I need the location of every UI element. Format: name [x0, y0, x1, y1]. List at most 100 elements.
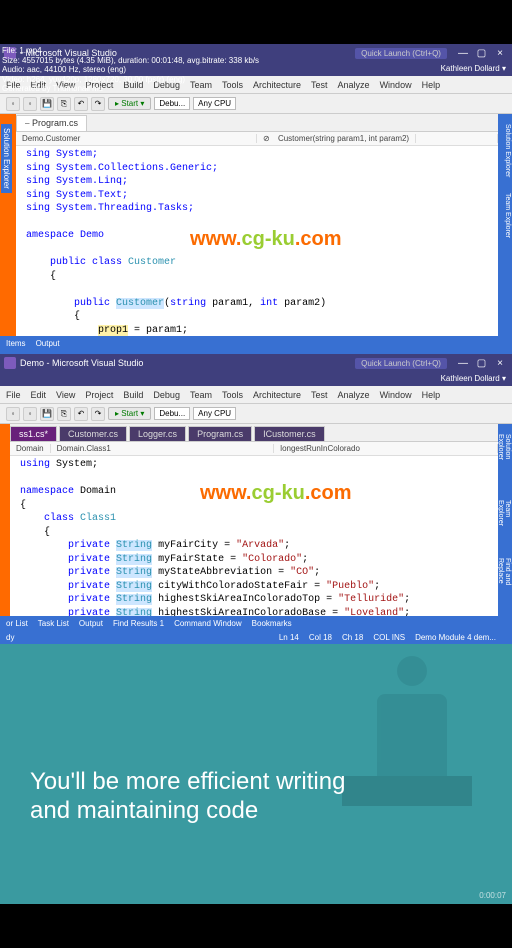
breadcrumb-project[interactable]: Domain: [10, 444, 51, 453]
minimize-button[interactable]: —: [455, 48, 471, 59]
minimize-button[interactable]: —: [455, 358, 471, 369]
breadcrumb-class[interactable]: Domain.Class1: [51, 444, 275, 453]
breadcrumb-class[interactable]: Demo.Customer: [16, 134, 257, 143]
user-name[interactable]: Kathleen Dollard: [441, 64, 500, 73]
start-debug-button[interactable]: ▸ Start ▾: [108, 407, 151, 420]
nav-breadcrumb: Domain Domain.Class1 longestRunInColorad…: [10, 442, 498, 456]
menu-analyze[interactable]: Analyze: [338, 80, 370, 90]
tab-program-cs[interactable]: ⎯ Program.cs: [16, 115, 87, 131]
menu-project[interactable]: Project: [85, 390, 113, 400]
solution-explorer-tab[interactable]: Solution Explorer: [1, 124, 12, 193]
menu-view[interactable]: View: [56, 390, 75, 400]
tab-logger[interactable]: Logger.cs: [129, 426, 186, 441]
editor-area: ss1.cs* Customer.cs Logger.cs Program.cs…: [10, 424, 498, 616]
menu-tools[interactable]: Tools: [222, 390, 243, 400]
menu-build[interactable]: Build: [123, 390, 143, 400]
platform-select[interactable]: Any CPU: [193, 97, 236, 110]
nav-back-icon[interactable]: ◦: [6, 97, 20, 111]
promo-headline: You'll be more efficient writing and mai…: [30, 768, 345, 826]
undo-icon[interactable]: ↶: [74, 407, 88, 421]
solution-explorer-right-tab[interactable]: Solution Explorer: [498, 118, 512, 183]
tab-output[interactable]: Output: [79, 619, 103, 628]
menu-window[interactable]: Window: [380, 80, 412, 90]
menu-help[interactable]: Help: [422, 80, 441, 90]
right-sidebar: Solution Explorer Team Explorer Find and…: [498, 424, 512, 616]
menu-architecture[interactable]: Architecture: [253, 390, 301, 400]
nav-fwd-icon[interactable]: ◦: [23, 97, 37, 111]
quick-launch-box[interactable]: Quick Launch (Ctrl+Q): [355, 48, 447, 59]
saveall-icon[interactable]: ⎘: [57, 407, 71, 421]
tab-error-list[interactable]: or List: [6, 619, 28, 628]
titlebar: Demo - Microsoft Visual Studio Quick Lau…: [0, 354, 512, 372]
code-editor[interactable]: sing System; sing System.Collections.Gen…: [16, 146, 498, 336]
save-icon[interactable]: 💾: [40, 407, 54, 421]
meta-video: Video: h264, yuv420p, 1280x720, 30.00 fp…: [2, 75, 259, 85]
maximize-button[interactable]: ▢: [473, 48, 489, 59]
vs-logo-icon: [4, 357, 16, 369]
breadcrumb-member[interactable]: longestRunInColorado: [274, 444, 498, 453]
promo-illustration: [342, 656, 482, 856]
close-button[interactable]: ×: [492, 48, 508, 59]
menu-team[interactable]: Team: [190, 390, 212, 400]
menu-help[interactable]: Help: [422, 390, 441, 400]
right-sidebar: Solution Explorer Team Explorer: [498, 114, 512, 336]
menu-analyze[interactable]: Analyze: [338, 390, 370, 400]
redo-icon[interactable]: ↷: [91, 97, 105, 111]
solution-explorer-right-tab[interactable]: Solution Explorer: [498, 428, 512, 490]
timestamp: 0:00:07: [479, 891, 506, 900]
code-editor[interactable]: using System; namespace Domain { class C…: [10, 456, 498, 616]
start-debug-button[interactable]: ▸ Start ▾: [108, 97, 151, 110]
meta-size: Size: 4557015 bytes (4.35 MiB), duration…: [2, 56, 259, 66]
quick-launch-box[interactable]: Quick Launch (Ctrl+Q): [355, 358, 447, 369]
config-select[interactable]: Debu...: [154, 97, 190, 110]
vs-window-bottom: Demo - Microsoft Visual Studio Quick Lau…: [0, 354, 512, 644]
team-explorer-tab[interactable]: Team Explorer: [498, 187, 512, 244]
file-tabs: ss1.cs* Customer.cs Logger.cs Program.cs…: [10, 424, 498, 442]
redo-icon[interactable]: ↷: [91, 407, 105, 421]
nav-back-icon[interactable]: ◦: [6, 407, 20, 421]
save-icon[interactable]: 💾: [40, 97, 54, 111]
menu-edit[interactable]: Edit: [31, 390, 47, 400]
tab-task-list[interactable]: Task List: [38, 619, 69, 628]
status-right: Demo Module 4 dem...: [415, 633, 496, 642]
nav-fwd-icon[interactable]: ◦: [23, 407, 37, 421]
menu-debug[interactable]: Debug: [153, 390, 180, 400]
status-ins: COL INS: [373, 633, 405, 642]
window-controls: — ▢ ×: [455, 358, 508, 369]
menu-test[interactable]: Test: [311, 390, 328, 400]
left-sidebar: [0, 424, 10, 616]
left-sidebar: Solution Explorer: [0, 114, 16, 336]
meta-generator: Generated by Thumbnail me: [2, 84, 259, 94]
statusbar: dy Ln 14 Col 18 Ch 18 COL INS Demo Modul…: [0, 630, 512, 644]
status-col: Col 18: [309, 633, 332, 642]
toolbar: ◦ ◦ 💾 ⎘ ↶ ↷ ▸ Start ▾ Debu... Any CPU: [0, 404, 512, 424]
tab-output[interactable]: Output: [36, 339, 60, 348]
team-explorer-tab[interactable]: Team Explorer: [498, 494, 512, 548]
menu-window[interactable]: Window: [380, 390, 412, 400]
menu-test[interactable]: Test: [311, 80, 328, 90]
promo-slide: You'll be more efficient writing and mai…: [0, 644, 512, 904]
config-select[interactable]: Debu...: [154, 407, 190, 420]
status-ln: Ln 14: [279, 633, 299, 642]
bottom-panel-tabs: or List Task List Output Find Results 1 …: [0, 616, 512, 630]
saveall-icon[interactable]: ⎘: [57, 97, 71, 111]
tab-customer[interactable]: Customer.cs: [59, 426, 127, 441]
tab-class1[interactable]: ss1.cs*: [10, 426, 57, 441]
tab-command-window[interactable]: Command Window: [174, 619, 242, 628]
tab-program[interactable]: Program.cs: [188, 426, 252, 441]
window-title: Demo - Microsoft Visual Studio: [20, 358, 143, 368]
tab-icustomer[interactable]: ICustomer.cs: [254, 426, 325, 441]
tab-find-results[interactable]: Find Results 1: [113, 619, 164, 628]
maximize-button[interactable]: ▢: [473, 358, 489, 369]
find-replace-tab[interactable]: Find and Replace: [498, 552, 512, 616]
menu-file[interactable]: File: [6, 390, 21, 400]
window-controls: — ▢ ×: [455, 48, 508, 59]
undo-icon[interactable]: ↶: [74, 97, 88, 111]
breadcrumb-member[interactable]: ⊘ Customer(string param1, int param2): [257, 134, 498, 143]
user-name[interactable]: Kathleen Dollard: [441, 374, 500, 383]
platform-select[interactable]: Any CPU: [193, 407, 236, 420]
nav-breadcrumb: Demo.Customer ⊘ Customer(string param1, …: [16, 132, 498, 146]
tab-bookmarks[interactable]: Bookmarks: [252, 619, 292, 628]
close-button[interactable]: ×: [492, 358, 508, 369]
tab-items[interactable]: Items: [6, 339, 26, 348]
